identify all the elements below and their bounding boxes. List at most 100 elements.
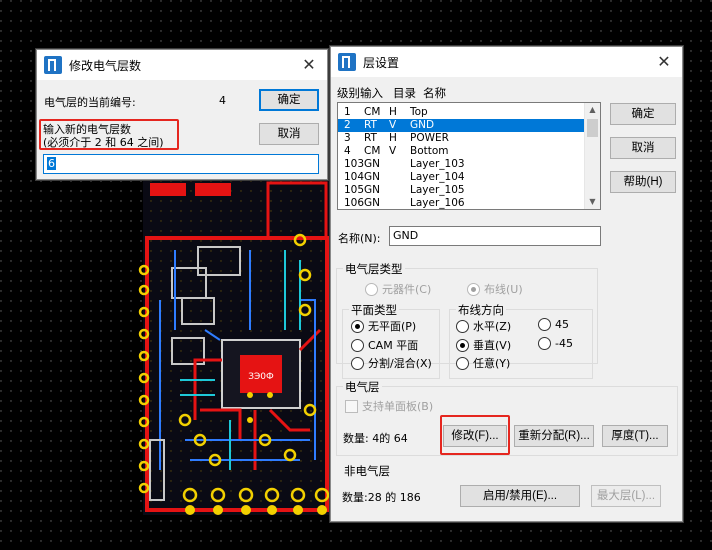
layer-cell-name: Top <box>410 106 428 118</box>
layer-cell-name: GND <box>410 119 435 131</box>
name-input[interactable]: GND <box>389 226 601 246</box>
layer-list-row[interactable]: 106 GN Layer_106 <box>338 197 584 209</box>
layer-cell-num: 4 <box>344 145 351 157</box>
plane-type-group: 平面类型 无平面(P) CAM 平面 分割/混合(X) <box>342 302 440 379</box>
close-icon[interactable]: ✕ <box>299 55 319 75</box>
non-elec-group: 非电气层 数量:28 的 186 启用/禁用(E)... 最大层(L)... <box>336 463 678 515</box>
layer-count-input-value: 6 <box>47 157 56 170</box>
split-mixed-radio[interactable]: 分割/混合(X) <box>351 355 432 371</box>
help-button[interactable]: 帮助(H) <box>610 171 676 193</box>
angle-45-radio[interactable]: 45 <box>538 318 569 331</box>
layer-cell-num: 2 <box>344 119 351 131</box>
non-elec-title: 非电气层 <box>342 463 392 479</box>
no-plane-radio[interactable]: 无平面(P) <box>351 318 416 334</box>
layer-setup-dialog: 层设置 ✕ 级别 输入 目录 名称 1 CM H Top 2 RT V GND 3 RT H POWE… <box>330 46 683 522</box>
plane-type-title: 平面类型 <box>349 302 399 318</box>
layer-cell-num: 104 <box>344 171 365 183</box>
modify-layers-dialog: 修改电气层数 ✕ 电气层的当前编号: 4 确定 输入新的电气层数 (必须介于 2… <box>36 49 328 180</box>
layer-cell-name: Layer_104 <box>410 171 465 183</box>
modify-button-highlight <box>440 415 510 455</box>
layer-list-row[interactable]: 3 RT H POWER <box>338 132 584 145</box>
backplane-checkbox[interactable]: 支持单面板(B) <box>345 398 433 414</box>
routing-radio[interactable]: 布线(U) <box>467 281 523 297</box>
layer-cell-type: RT <box>364 119 377 131</box>
elec-layer-group: 电气层 支持单面板(B) 数量: 4的 64 修改(F)... 重新分配(R).… <box>336 379 678 456</box>
layer-cell-num: 103 <box>344 158 365 170</box>
layer-list-row[interactable]: 104 GN Layer_104 <box>338 171 584 184</box>
scroll-thumb[interactable] <box>587 119 598 137</box>
component-radio-label: 元器件(C) <box>382 283 432 296</box>
layer-list-row[interactable]: 1 CM H Top <box>338 106 584 119</box>
layer-ok-button[interactable]: 确定 <box>610 103 676 125</box>
layer-list[interactable]: 1 CM H Top 2 RT V GND 3 RT H POWER 4 CM V Bottom 103 GN La… <box>337 102 601 210</box>
elec-layer-title: 电气层 <box>343 379 382 395</box>
layer-cell-type: GN <box>364 171 380 183</box>
layer-cell-type: GN <box>364 158 380 170</box>
no-plane-label: 无平面(P) <box>368 320 417 333</box>
elec-type-group: 电气层类型 元器件(C) 布线(U) 平面类型 无平面(P) CAM 平面 分割… <box>336 261 598 379</box>
modify-dialog-titlebar[interactable]: 修改电气层数 ✕ <box>37 50 327 80</box>
cam-plane-label: CAM 平面 <box>368 339 419 352</box>
layer-list-row[interactable]: 4 CM V Bottom <box>338 145 584 158</box>
vertical-radio[interactable]: 垂直(V) <box>456 337 511 353</box>
layer-cell-name: Layer_103 <box>410 158 465 170</box>
current-count-value: 4 <box>219 94 226 107</box>
layer-dialog-title: 层设置 <box>363 55 400 70</box>
col-header-dir: 目录 <box>393 86 416 100</box>
layer-cell-dir: V <box>389 119 397 131</box>
app-icon <box>44 56 62 74</box>
reassign-button[interactable]: 重新分配(R)... <box>514 425 594 447</box>
layer-cell-num: 1 <box>344 106 351 118</box>
current-count-label: 电气层的当前编号: <box>44 96 136 109</box>
layer-list-row[interactable]: 103 GN Layer_103 <box>338 158 584 171</box>
route-dir-title: 布线方向 <box>456 302 506 318</box>
layer-cancel-button[interactable]: 取消 <box>610 137 676 159</box>
layer-cell-name: POWER <box>410 132 449 144</box>
layer-cell-type: GN <box>364 197 380 209</box>
component-radio[interactable]: 元器件(C) <box>365 281 431 297</box>
prompt-line-2: (必须介于 2 和 64 之间) <box>43 136 164 149</box>
layer-cell-type: GN <box>364 184 380 196</box>
layer-list-row[interactable]: 2 RT V GND <box>338 119 584 132</box>
layer-cell-num: 3 <box>344 132 351 144</box>
routing-radio-label: 布线(U) <box>484 283 523 296</box>
enable-disable-button[interactable]: 启用/禁用(E)... <box>460 485 580 507</box>
scroll-down-icon[interactable]: ▼ <box>585 195 600 209</box>
any-label: 任意(Y) <box>473 357 511 370</box>
layer-cell-type: CM <box>364 106 381 118</box>
col-header-input: 输入 <box>360 86 383 100</box>
angle-minus-45-radio[interactable]: -45 <box>538 337 573 350</box>
layer-cell-type: RT <box>364 132 377 144</box>
name-label: 名称(N): <box>338 232 381 245</box>
split-mixed-label: 分割/混合(X) <box>368 357 432 370</box>
layer-cell-dir: H <box>389 106 397 118</box>
layer-list-scrollbar[interactable]: ▲ ▼ <box>584 103 600 209</box>
elec-count-text: 数量: 4的 64 <box>343 432 408 445</box>
modify-cancel-button[interactable]: 取消 <box>259 123 319 145</box>
layer-cell-name: Layer_105 <box>410 184 465 196</box>
layer-cell-dir: H <box>389 132 397 144</box>
layer-cell-type: CM <box>364 145 381 157</box>
name-input-value: GND <box>393 229 419 242</box>
horizontal-radio[interactable]: 水平(Z) <box>456 318 511 334</box>
modify-dialog-title: 修改电气层数 <box>69 58 142 73</box>
layer-count-input[interactable]: 6 <box>43 154 319 174</box>
non-elec-count-text: 数量:28 的 186 <box>342 491 421 504</box>
modify-ok-button[interactable]: 确定 <box>259 89 319 111</box>
any-radio[interactable]: 任意(Y) <box>456 355 510 371</box>
thickness-button[interactable]: 厚度(T)... <box>602 425 668 447</box>
horizontal-label: 水平(Z) <box>473 320 512 333</box>
chip-label: ЗЭ0Ф <box>248 372 274 382</box>
cam-plane-radio[interactable]: CAM 平面 <box>351 337 418 353</box>
vertical-label: 垂直(V) <box>473 339 512 352</box>
scroll-up-icon[interactable]: ▲ <box>585 103 600 117</box>
layer-cell-name: Layer_106 <box>410 197 465 209</box>
app-icon <box>338 53 356 71</box>
pcb-board: ЗЭ0Ф <box>138 180 330 515</box>
angle-45-label: 45 <box>555 318 569 331</box>
layer-cell-name: Bottom <box>410 145 449 157</box>
elec-type-title: 电气层类型 <box>343 261 405 277</box>
close-icon[interactable]: ✕ <box>654 52 674 72</box>
layer-dialog-titlebar[interactable]: 层设置 ✕ <box>331 47 682 77</box>
layer-list-row[interactable]: 105 GN Layer_105 <box>338 184 584 197</box>
